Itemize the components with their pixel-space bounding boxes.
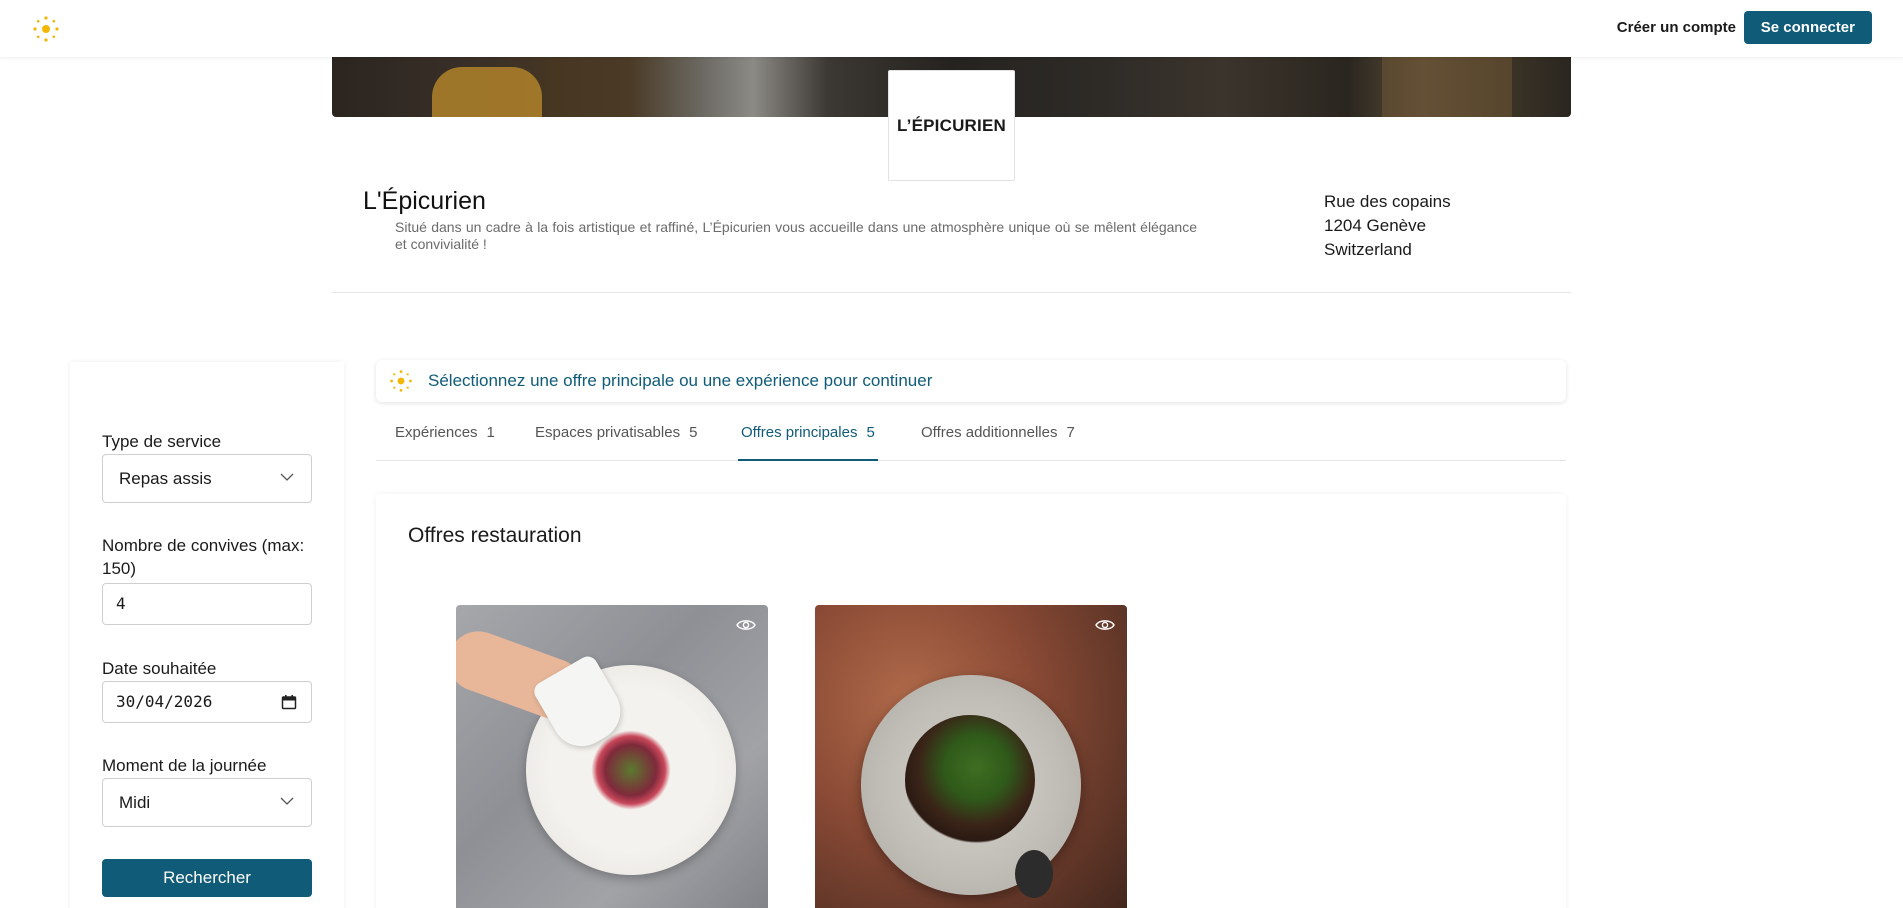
address-country: Switzerland [1324, 240, 1412, 259]
moment-select[interactable]: Midi [102, 778, 312, 827]
section-divider [332, 292, 1571, 293]
venue-description: Situé dans un cadre à la fois artistique… [395, 219, 1197, 252]
sun-icon [390, 370, 412, 392]
eye-icon[interactable] [1095, 617, 1115, 633]
service-type-label: Type de service [102, 432, 222, 451]
tab-label: Espaces privatisables [535, 424, 681, 441]
sun-logo-icon[interactable] [32, 15, 60, 43]
food-shape [591, 730, 671, 810]
service-type-select[interactable]: Repas assis [102, 454, 312, 503]
chevron-down-icon [280, 797, 294, 805]
venue-address: Rue des copains 1204 Genève Switzerland [1324, 190, 1451, 262]
banner-chair-shape [432, 67, 542, 117]
tab-label: Offres principales [741, 424, 858, 441]
login-button[interactable]: Se connecter [1743, 11, 1872, 44]
offer-card-image[interactable] [815, 605, 1127, 908]
offer-card-image[interactable] [456, 605, 768, 908]
service-type-value: Repas assis [119, 469, 212, 488]
top-navbar: Créer un compte Se connecter [0, 0, 1903, 57]
calendar-icon[interactable] [281, 694, 297, 710]
spoon-shape [1015, 850, 1053, 898]
address-city: 1204 Genève [1324, 216, 1427, 235]
search-filters-panel: Type de service Repas assis Nombre de co… [70, 362, 344, 908]
address-street: Rue des copains [1324, 192, 1451, 211]
tab-main-offers[interactable]: Offres principales 5 [738, 415, 878, 461]
tab-label: Offres additionnelles [921, 424, 1058, 441]
eye-icon[interactable] [736, 617, 756, 633]
venue-logo: L’ÉPICURIEN [888, 70, 1015, 181]
tab-count: 5 [866, 424, 875, 441]
guests-value: 4 [116, 594, 126, 613]
create-account-link[interactable]: Créer un compte [1617, 19, 1736, 36]
tab-private-spaces[interactable]: Espaces privatisables 5 [532, 415, 700, 461]
tab-count: 1 [486, 424, 495, 441]
date-label: Date souhaitée [102, 659, 217, 678]
tab-count: 5 [689, 424, 698, 441]
tab-label: Expériences [395, 424, 478, 441]
guests-label: Nombre de convives (max: 150) [102, 536, 305, 578]
search-button[interactable]: Rechercher [102, 859, 312, 897]
offer-tabs: Expériences 1 Espaces privatisables 5 Offr… [376, 415, 1566, 461]
tab-count: 7 [1066, 424, 1075, 441]
date-input[interactable]: 30/04/2026 [102, 681, 312, 723]
offers-section-title: Offres restauration [408, 524, 582, 547]
notice-text: Sélectionnez une offre principale ou une… [428, 371, 933, 390]
date-value: 30/04/2026 [116, 692, 213, 711]
selection-notice: Sélectionnez une offre principale ou une… [376, 360, 1566, 402]
offers-section: Offres restauration [376, 494, 1566, 908]
food-shape [905, 715, 1035, 845]
guests-input[interactable]: 4 [102, 583, 312, 625]
banner-furniture-shape [1382, 57, 1512, 117]
tab-experiences[interactable]: Expériences 1 [392, 415, 498, 461]
moment-label: Moment de la journée [102, 756, 267, 775]
venue-name: L'Épicurien [363, 187, 486, 215]
moment-value: Midi [119, 793, 151, 812]
tab-additional-offers[interactable]: Offres additionnelles 7 [918, 415, 1078, 461]
chevron-down-icon [280, 473, 294, 481]
